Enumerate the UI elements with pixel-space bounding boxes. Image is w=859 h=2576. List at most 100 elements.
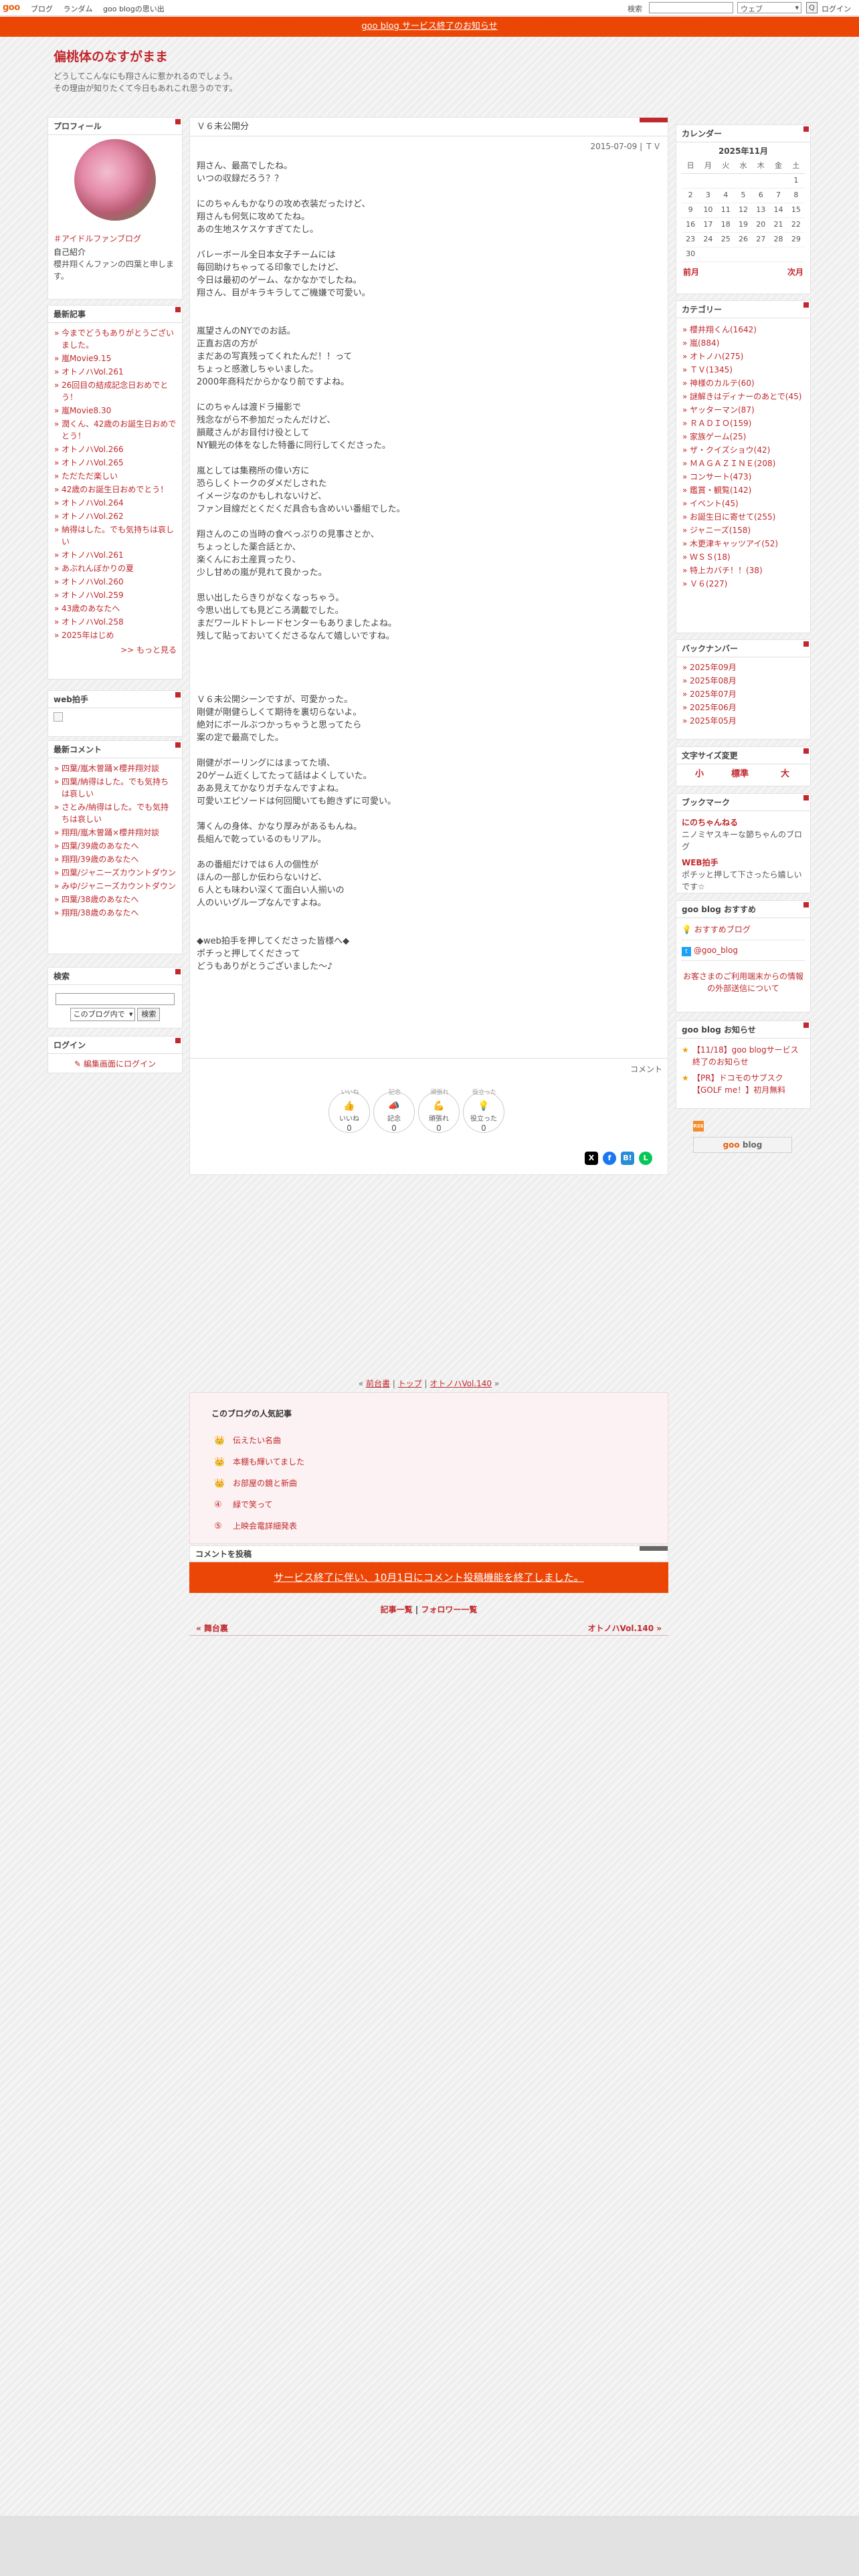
- web-clap-image-icon[interactable]: [54, 712, 63, 722]
- followers-list-link[interactable]: フォロワー一覧: [421, 1605, 477, 1614]
- backnumber-link[interactable]: 2025年05月: [690, 716, 737, 726]
- backnumber-link[interactable]: 2025年08月: [690, 676, 737, 685]
- popular-article-link[interactable]: 本棚も輝いてました: [233, 1457, 304, 1467]
- category-link[interactable]: 鑑賞・観覧(142): [690, 486, 751, 495]
- popular-article-item[interactable]: ④ 緑で笑って: [214, 1499, 272, 1511]
- popular-article-item[interactable]: 👑 伝えたい名曲: [214, 1434, 281, 1446]
- recent-entry-link[interactable]: 今までどうもありがとうございました。: [62, 328, 174, 350]
- category-link[interactable]: 神様のカルテ(60): [690, 379, 755, 388]
- recommend-blog-link[interactable]: おすすめブログ: [694, 925, 751, 934]
- bookmark-link[interactable]: にのちゃんねる: [682, 817, 805, 829]
- nav-top-link[interactable]: トップ: [398, 1379, 422, 1388]
- backnumber-link[interactable]: 2025年06月: [690, 703, 737, 712]
- nav-prev-link[interactable]: 前台書: [366, 1379, 390, 1388]
- recent-comment-link[interactable]: 翔翔/嵐木曽踊×櫻井翔対談: [62, 828, 159, 837]
- recent-entry-link[interactable]: 42歳のお誕生日おめでとう！: [62, 485, 168, 494]
- search-button[interactable]: Q: [806, 2, 818, 13]
- recent-comment-link[interactable]: 翔翔/39歳のあなたへ: [62, 855, 138, 864]
- category-link[interactable]: ＭＡＧＡＺＩＮＥ(208): [690, 459, 775, 468]
- reaction-button[interactable]: 役立った 💡 役立った 0: [463, 1089, 504, 1133]
- recent-entry-link[interactable]: オトノハVol.261: [62, 367, 124, 377]
- calendar-next-month[interactable]: 次月: [787, 266, 803, 278]
- edit-login-link[interactable]: 編集画面にログイン: [84, 1059, 156, 1069]
- recent-entry-link[interactable]: オトノハVol.266: [62, 445, 124, 454]
- recent-comment-link[interactable]: 翔翔/38歳のあなたへ: [62, 908, 138, 918]
- popular-article-link[interactable]: 上映会電詳細発表: [233, 1521, 297, 1531]
- category-link[interactable]: Ｖ６(227): [690, 579, 727, 588]
- profile-avatar[interactable]: [74, 139, 156, 221]
- category-link[interactable]: 櫻井翔くん(1642): [690, 325, 757, 334]
- line-share-icon[interactable]: L: [639, 1152, 652, 1165]
- goo-blog-twitter-link[interactable]: @goo_blog: [694, 946, 738, 955]
- pager-next-link[interactable]: オトノハVol.140 »: [587, 1622, 662, 1634]
- category-link[interactable]: 謎解きはディナーのあとで(45): [690, 392, 801, 401]
- calendar-prev-month[interactable]: 前月: [683, 266, 699, 278]
- recent-comment-link[interactable]: さとみ/納得はした。でも気持ちは哀しい: [62, 802, 169, 824]
- text-size-normal[interactable]: 標準: [731, 768, 749, 780]
- category-link[interactable]: 家族ゲーム(25): [690, 432, 746, 441]
- bookmark-link[interactable]: WEB拍手: [682, 857, 805, 869]
- goo-notice-link[interactable]: 【11/18】goo blogサービス終了のお知らせ: [692, 1045, 799, 1067]
- recent-entry-link[interactable]: ただただ楽しい: [62, 471, 118, 481]
- blog-search-input[interactable]: [56, 993, 175, 1005]
- external-transmission-link[interactable]: お客さまのご利用端末からの情報の外部送信について: [683, 972, 803, 993]
- recent-entry-link[interactable]: オトノハVol.261: [62, 550, 124, 560]
- top-link-blog[interactable]: ブログ: [31, 5, 53, 13]
- top-link-random[interactable]: ランダム: [64, 5, 93, 13]
- category-link[interactable]: お誕生日に寄せて(255): [690, 512, 775, 522]
- login-link[interactable]: ログイン: [822, 3, 851, 14]
- popular-article-item[interactable]: 👑 本棚も輝いてました: [214, 1456, 304, 1468]
- category-link[interactable]: ザ・クイズショウ(42): [690, 445, 770, 455]
- recent-entry-link[interactable]: オトノハVol.260: [62, 577, 124, 586]
- text-size-small[interactable]: 小: [695, 768, 704, 780]
- blog-search-scope-select[interactable]: このブログ内で ▾: [70, 1008, 135, 1021]
- category-link[interactable]: イベント(45): [690, 499, 739, 508]
- entry-title[interactable]: Ｖ６未公開分: [190, 118, 668, 136]
- category-link[interactable]: 木更津キャッツアイ(52): [690, 539, 778, 548]
- hatena-share-icon[interactable]: B!: [621, 1152, 634, 1165]
- popular-article-link[interactable]: 伝えたい名曲: [233, 1436, 281, 1445]
- recent-comment-link[interactable]: 四葉/嵐木曽踊×櫻井翔対談: [62, 764, 159, 773]
- search-scope-select[interactable]: ウェブ: [737, 2, 801, 13]
- nav-next-link[interactable]: オトノハVol.140: [430, 1379, 492, 1388]
- entry-category-link[interactable]: ＴＶ: [645, 142, 661, 151]
- recent-entry-link[interactable]: オトノハVol.262: [62, 512, 124, 521]
- recent-entry-link[interactable]: 嵐Movie8.30: [62, 406, 111, 415]
- backnumber-link[interactable]: 2025年07月: [690, 689, 737, 699]
- goo-blog-badge[interactable]: goo blog: [693, 1137, 792, 1153]
- recent-comment-link[interactable]: 四葉/38歳のあなたへ: [62, 895, 138, 904]
- rss-icon[interactable]: RSS: [693, 1121, 704, 1132]
- recent-entry-link[interactable]: 嵐Movie9.15: [62, 354, 111, 363]
- category-link[interactable]: ヤッターマン(87): [690, 405, 755, 415]
- recent-entry-link[interactable]: 43歳のあなたへ: [62, 604, 120, 613]
- blog-search-button[interactable]: 検索: [137, 1008, 161, 1021]
- popular-article-item[interactable]: ⑤ 上映会電詳細発表: [214, 1520, 297, 1532]
- pager-prev-link[interactable]: « 舞台裏: [196, 1622, 228, 1634]
- recent-entry-link[interactable]: 潤くん、42歳のお誕生日おめでとう！: [62, 419, 176, 441]
- recent-entry-link[interactable]: あぶれんぼかりの夏: [62, 564, 134, 573]
- backnumber-link[interactable]: 2025年09月: [690, 663, 737, 672]
- recent-comment-link[interactable]: 四葉/ジャニーズカウントダウン: [62, 868, 176, 877]
- reaction-button[interactable]: 頑張れ 💪 頑張れ 0: [418, 1089, 460, 1133]
- recent-comment-link[interactable]: 四葉/納得はした。でも気持ちは哀しい: [62, 777, 169, 798]
- category-link[interactable]: ジャニーズ(158): [690, 526, 751, 535]
- service-end-notice-link[interactable]: goo blog サービス終了のお知らせ: [361, 21, 497, 31]
- comment-ended-link[interactable]: サービス終了に伴い、10月1日にコメント投稿機能を終了しました。: [274, 1572, 584, 1584]
- text-size-large[interactable]: 大: [781, 768, 789, 780]
- comment-link[interactable]: コメント: [630, 1063, 662, 1075]
- category-link[interactable]: ＲＡＤＩＯ(159): [690, 419, 751, 428]
- recent-entry-link[interactable]: オトノハVol.265: [62, 458, 124, 467]
- category-link[interactable]: ＴＶ(1345): [690, 365, 733, 374]
- category-link[interactable]: オトノハ(275): [690, 352, 743, 361]
- recent-entry-link[interactable]: オトノハVol.259: [62, 591, 124, 600]
- recent-entry-link[interactable]: 26回目の結成記念日おめでとう！: [62, 381, 168, 402]
- popular-article-link[interactable]: お部屋の鏡と新曲: [233, 1479, 297, 1488]
- more-entries-link[interactable]: >> もっと見る: [120, 645, 177, 655]
- facebook-share-icon[interactable]: f: [603, 1152, 616, 1165]
- blog-title[interactable]: 偏桃体のなすがまま: [54, 47, 805, 65]
- reaction-button[interactable]: いいね 👍 いいね 0: [328, 1089, 370, 1133]
- recent-entry-link[interactable]: オトノハVol.258: [62, 617, 124, 627]
- recent-comment-link[interactable]: 四葉/39歳のあなたへ: [62, 841, 138, 851]
- profile-hashtag[interactable]: ＃アイドルファンブログ: [54, 234, 141, 243]
- recent-entry-link[interactable]: 2025年はじめ: [62, 631, 114, 640]
